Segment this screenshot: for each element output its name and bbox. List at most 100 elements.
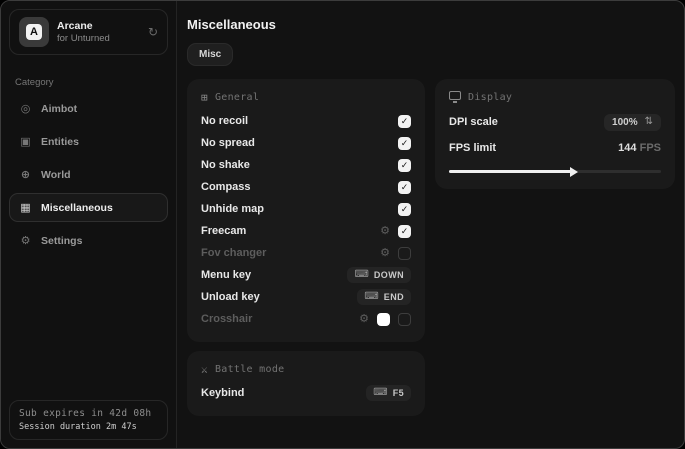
setting-row-keybind: Keybind ⌨F5 — [201, 382, 411, 404]
dpi-scale-label: DPI scale — [449, 116, 498, 128]
no-shake-controls: ✓ — [398, 159, 411, 172]
battle-mode-card: ⚔ Battle mode Keybind ⌨F5 — [187, 351, 425, 416]
sidebar-item-label: World — [41, 169, 71, 181]
fps-limit-row: FPS limit 144 FPS — [449, 135, 661, 161]
sub-expiry-text: Sub expires in 42d 08h — [19, 408, 158, 419]
sidebar-spacer — [1, 257, 176, 392]
check-icon: ✓ — [401, 117, 409, 126]
freecam-label: Freecam — [201, 225, 246, 237]
app-subtitle: for Unturned — [57, 33, 140, 45]
freecam-checkbox[interactable]: ✓ — [398, 225, 411, 238]
setting-row-fov-changer: Fov changer ⚙ — [201, 242, 411, 264]
no-recoil-checkbox[interactable]: ✓ — [398, 115, 411, 128]
unhide-map-label: Unhide map — [201, 203, 264, 215]
app-window: A Arcane for Unturned ↻ Category ◎Aimbot… — [0, 0, 685, 449]
unhide-map-checkbox[interactable]: ✓ — [398, 203, 411, 216]
sidebar-item-world[interactable]: ⊕World — [9, 160, 168, 189]
settings-icon: ⚙ — [19, 234, 32, 247]
setting-row-compass: Compass ✓ — [201, 176, 411, 198]
fps-slider-fill — [449, 170, 572, 173]
fov-changer-controls: ⚙ — [380, 247, 411, 260]
general-card: ⊞ General No recoil✓No spread✓No shake✓C… — [187, 79, 425, 342]
crosshair-controls: ⚙ — [359, 313, 411, 326]
menu-key-keybind-button[interactable]: ⌨ DOWN — [347, 267, 411, 283]
miscellaneous-icon: ▦ — [19, 201, 32, 214]
dpi-scale-select[interactable]: 100% ⇅ — [604, 114, 661, 131]
unload-key-key-label: END — [384, 292, 404, 302]
fov-changer-label: Fov changer — [201, 247, 266, 259]
subscription-box: Sub expires in 42d 08h Session duration … — [9, 400, 168, 440]
setting-row-freecam: Freecam⚙✓ — [201, 220, 411, 242]
sidebar-item-label: Entities — [41, 136, 79, 148]
sidebar-item-label: Settings — [41, 235, 82, 247]
sidebar-nav: ◎Aimbot ▣ Entities ⊕World ▦ Miscellaneous ⚙ Set… — [1, 92, 176, 257]
aimbot-icon: ◎ — [19, 102, 32, 115]
dpi-scale-row: DPI scale 100% ⇅ — [449, 109, 661, 135]
crosshair-checkbox[interactable] — [398, 313, 411, 326]
check-icon: ✓ — [401, 161, 409, 170]
setting-row-menu-key: Menu key ⌨ DOWN — [201, 264, 411, 286]
main-panel: Miscellaneous Misc ⊞ General No recoil✓N… — [177, 1, 685, 448]
compass-label: Compass — [201, 181, 251, 193]
sidebar-item-aimbot[interactable]: ◎Aimbot — [9, 94, 168, 123]
no-shake-label: No shake — [201, 159, 250, 171]
menu-key-controls: ⌨ DOWN — [347, 267, 411, 283]
gear-icon[interactable]: ⚙ — [359, 314, 369, 325]
no-recoil-controls: ✓ — [398, 115, 411, 128]
no-shake-checkbox[interactable]: ✓ — [398, 159, 411, 172]
compass-checkbox[interactable]: ✓ — [398, 181, 411, 194]
sidebar-item-settings[interactable]: ⚙ Settings — [9, 226, 168, 255]
app-meta: Arcane for Unturned — [57, 20, 140, 45]
display-card-title: Display — [468, 92, 512, 103]
fps-limit-slider[interactable] — [449, 170, 661, 173]
refresh-icon[interactable]: ↻ — [148, 25, 158, 39]
setting-row-no-spread: No spread ✓ — [201, 132, 411, 154]
swords-icon: ⚔ — [201, 363, 208, 376]
page-title: Miscellaneous — [187, 17, 675, 32]
menu-key-key-label: DOWN — [374, 270, 404, 280]
unload-key-controls: ⌨END — [357, 289, 411, 305]
crosshair-color-swatch[interactable] — [377, 313, 390, 326]
battle-card-header: ⚔ Battle mode — [201, 363, 411, 376]
general-rows: No recoil✓No spread✓No shake✓Compass✓Unh… — [201, 110, 411, 330]
no-spread-checkbox[interactable]: ✓ — [398, 137, 411, 150]
keybind-label: Keybind — [201, 387, 244, 399]
cycle-icon: ⇅ — [645, 117, 653, 127]
grid-icon: ⊞ — [201, 91, 208, 104]
check-icon: ✓ — [401, 139, 409, 148]
cards-container: ⊞ General No recoil✓No spread✓No shake✓C… — [187, 79, 675, 416]
keybind-keybind-button[interactable]: ⌨F5 — [366, 385, 411, 401]
left-column: ⊞ General No recoil✓No spread✓No shake✓C… — [187, 79, 425, 416]
no-spread-label: No spread — [201, 137, 255, 149]
general-card-title: General — [215, 92, 259, 103]
battle-rows: Keybind ⌨F5 — [201, 382, 411, 404]
battle-card-title: Battle mode — [215, 364, 285, 375]
general-card-header: ⊞ General — [201, 91, 411, 104]
no-spread-controls: ✓ — [398, 137, 411, 150]
setting-row-no-shake: No shake ✓ — [201, 154, 411, 176]
tab-misc[interactable]: Misc — [187, 43, 233, 66]
fps-slider-thumb[interactable] — [570, 167, 578, 177]
menu-key-label: Menu key — [201, 269, 251, 281]
sidebar-item-label: Miscellaneous — [41, 202, 113, 214]
app-logo-card: A Arcane for Unturned ↻ — [9, 9, 168, 55]
unload-key-label: Unload key — [201, 291, 260, 303]
gear-icon[interactable]: ⚙ — [380, 226, 390, 237]
fps-limit-label: FPS limit — [449, 142, 496, 154]
unload-key-keybind-button[interactable]: ⌨END — [357, 289, 411, 305]
sidebar-item-entities[interactable]: ▣ Entities — [9, 127, 168, 156]
keyboard-icon: ⌨ — [373, 388, 387, 398]
setting-row-crosshair: Crosshair⚙ — [201, 308, 411, 330]
gear-icon[interactable]: ⚙ — [380, 248, 390, 259]
sidebar-item-miscellaneous[interactable]: ▦ Miscellaneous — [9, 193, 168, 222]
app-avatar: A — [19, 17, 49, 47]
display-card-header: Display — [449, 91, 661, 103]
sidebar: A Arcane for Unturned ↻ Category ◎Aimbot… — [1, 1, 177, 448]
monitor-icon — [449, 91, 461, 100]
entities-icon: ▣ — [19, 135, 32, 148]
freecam-controls: ⚙✓ — [380, 225, 411, 238]
fov-changer-checkbox[interactable] — [398, 247, 411, 260]
check-icon: ✓ — [401, 183, 409, 192]
tab-row: Misc — [187, 43, 675, 66]
keyboard-icon: ⌨ — [354, 270, 368, 280]
